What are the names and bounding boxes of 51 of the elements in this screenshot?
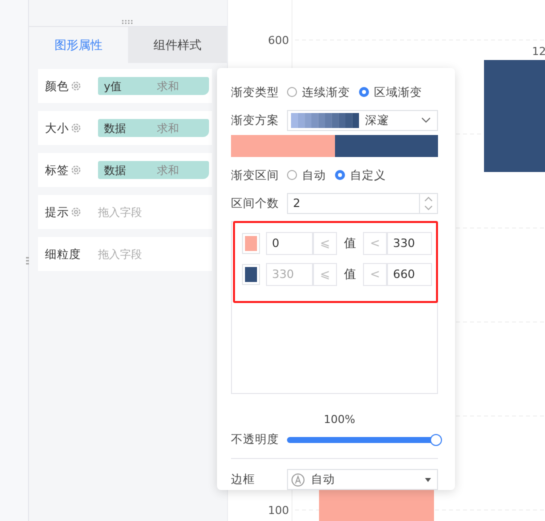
aggregate-label: 求和 [157, 162, 179, 178]
interval-mode-label: 渐变区间 [231, 168, 280, 183]
field-pill[interactable]: 数据 求和 [98, 119, 209, 137]
opacity-slider[interactable] [287, 434, 442, 446]
interval-count-label: 区间个数 [231, 196, 280, 211]
aggregate-label: 求和 [157, 78, 179, 94]
drag-handle-icon[interactable] [26, 256, 29, 266]
gradient-scheme-label: 渐变方案 [231, 112, 280, 128]
border-select[interactable]: 自动 [287, 469, 438, 490]
bar-value-label: 12 [532, 45, 545, 58]
radio-option[interactable]: 区域渐变 [359, 84, 422, 100]
value-label: 值 [344, 234, 356, 252]
chevron-down-icon [421, 117, 431, 124]
opacity-reading: 100% [324, 413, 356, 426]
drag-handle-icon[interactable] [122, 20, 134, 24]
settings-icon[interactable] [70, 165, 81, 175]
field-label: 大小 [44, 120, 69, 136]
settings-icon[interactable] [70, 207, 81, 217]
scheme-select[interactable]: 深邃 [287, 110, 438, 131]
field-name: 数据 [104, 120, 126, 136]
settings-icon[interactable] [70, 81, 81, 91]
range-end-field[interactable]: 660 [387, 262, 432, 286]
aggregate-label: 求和 [157, 120, 179, 136]
interval-count-field[interactable]: 2 [287, 192, 438, 214]
field-label: 标签 [44, 162, 69, 178]
value-label: 值 [344, 266, 356, 283]
settings-icon[interactable] [70, 123, 81, 133]
gradient-swatch-icon [291, 112, 359, 128]
gradient-type-label: 渐变类型 [231, 84, 280, 100]
field-label: 颜色 [44, 78, 69, 94]
stepper-icon[interactable] [424, 196, 433, 211]
opacity-label: 不透明度 [231, 432, 280, 448]
range-start-field[interactable]: 0 [266, 232, 313, 255]
radio-option[interactable]: 自动 [287, 168, 326, 183]
axis-tick-label: 100 [268, 504, 289, 517]
tab[interactable]: 组件样式 [128, 27, 227, 63]
radio-option[interactable]: 自定义 [335, 168, 386, 183]
caret-icon [425, 478, 431, 482]
border-label: 边框 [231, 472, 256, 488]
range-end-field[interactable]: 330 [387, 232, 432, 255]
color-picker[interactable] [242, 232, 260, 254]
field-pill[interactable]: y值 求和 [98, 77, 209, 95]
field-label: 提示 [44, 204, 69, 220]
radio-option[interactable]: 连续渐变 [287, 84, 350, 100]
field-pill[interactable]: 数据 求和 [98, 161, 209, 179]
color-picker[interactable] [242, 264, 260, 285]
field-label: 细粒度 [44, 246, 82, 262]
field-name: y值 [104, 78, 122, 94]
auto-icon [291, 472, 305, 487]
axis-tick-label: 600 [268, 34, 289, 47]
field-name: 数据 [104, 162, 126, 178]
